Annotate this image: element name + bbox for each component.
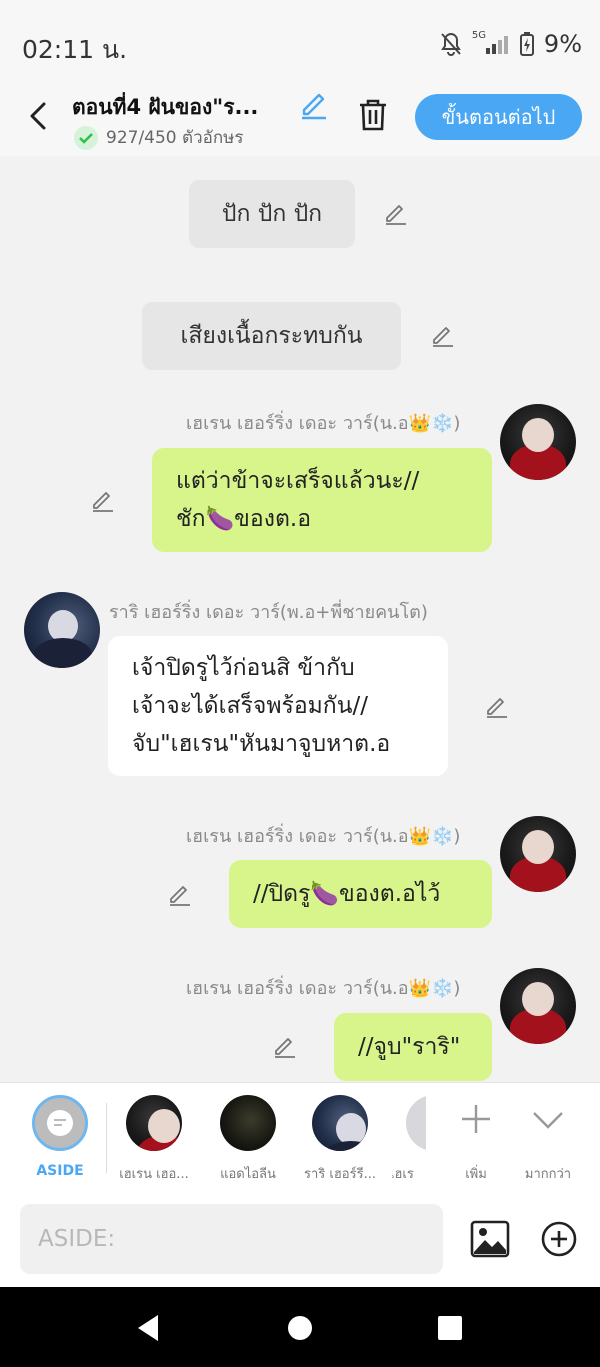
nav-back-icon[interactable]: [134, 1313, 162, 1343]
edit-title-button[interactable]: [298, 90, 330, 126]
character-heren[interactable]: เฮเรน เฮอ...: [112, 1095, 196, 1185]
nav-home-icon[interactable]: [286, 1313, 314, 1343]
back-button[interactable]: [24, 98, 54, 134]
nav-recents-icon[interactable]: [436, 1313, 464, 1343]
message-text: //จูบ"ราริ": [358, 1034, 461, 1060]
character-label: เฮเรน เฮอ...: [119, 1167, 189, 1182]
avatar[interactable]: [24, 592, 100, 668]
signal-icon: 5G: [472, 30, 510, 56]
plus-icon: [462, 1105, 490, 1133]
more-characters-button[interactable]: มากกว่า: [513, 1095, 583, 1185]
message-icon: [47, 1110, 73, 1136]
speaker-name: เฮเรน เฮอร์ริ่ง เดอะ วาร์(น.อ👑❄️): [186, 978, 461, 999]
image-icon: [470, 1220, 510, 1258]
character-rari[interactable]: ราริ เฮอร์รี...: [298, 1095, 382, 1185]
speaker-name: เฮเรน เฮอร์ริ่ง เดอะ วาร์(น.อ👑❄️): [186, 413, 461, 434]
message-bubble[interactable]: เจ้าปิดรูไว้ก่อนสิ ข้ากับ เจ้าจะได้เสร็จ…: [108, 636, 448, 776]
avatar: [406, 1095, 426, 1151]
speaker-name: ราริ เฮอร์ริ่ง เดอะ วาร์(พ.อ+พี่ชายคนโต): [109, 602, 428, 623]
delete-button[interactable]: [357, 98, 389, 136]
avatar[interactable]: [500, 968, 576, 1044]
avatar: [126, 1095, 182, 1151]
trash-icon: [360, 99, 386, 131]
system-navigation-bar: [0, 1287, 600, 1367]
character-selector: ASIDE เฮเรน เฮอ... แอดไอลีน ราริ เฮอร์รี…: [0, 1082, 600, 1190]
character-label: ราริ เฮอร์รี...: [304, 1167, 376, 1182]
character-label: ASIDE: [36, 1163, 84, 1179]
pencil-icon[interactable]: [430, 323, 456, 349]
check-icon: [74, 125, 98, 150]
battery-percent: 9%: [543, 30, 582, 58]
chevron-down-icon: [533, 1112, 563, 1129]
pencil-icon[interactable]: [484, 694, 510, 720]
pencil-icon[interactable]: [90, 488, 116, 514]
character-count-text: 927/450 ตัวอักษร: [106, 128, 244, 148]
message-text: เจ้าปิดรูไว้ก่อนสิ ข้ากับ เจ้าจะได้เสร็จ…: [132, 655, 391, 757]
avatar: [220, 1095, 276, 1151]
bell-off-icon: [441, 32, 461, 56]
episode-title: ตอนที่4 ฝันของ"ร...: [72, 95, 259, 119]
compose-bar: [0, 1190, 600, 1287]
add-button[interactable]: [540, 1220, 578, 1262]
message-text: แต่ว่าข้าจะเสร็จแล้วนะ// ชัก🍆ของต.อ: [176, 468, 420, 532]
character-admin-ailin[interactable]: แอดไอลีน: [206, 1095, 290, 1185]
character-label: แอดไอลีน: [220, 1167, 276, 1182]
chat-area[interactable]: ปัก ปัก ปัก เสียงเนื้อกระทบกัน เฮเรน เฮอ…: [0, 156, 600, 1082]
character-count: 927/450 ตัวอักษร: [74, 124, 243, 151]
character-aside[interactable]: ASIDE: [18, 1095, 102, 1185]
aside-message[interactable]: เสียงเนื้อกระทบกัน: [142, 302, 401, 370]
character-heren-partial[interactable]: เฮเร: [392, 1095, 426, 1185]
next-step-button[interactable]: ขั้นตอนต่อไป: [415, 94, 582, 140]
plus-circle-icon: [541, 1221, 577, 1257]
battery-icon: [519, 32, 534, 56]
aside-message[interactable]: ปัก ปัก ปัก: [189, 180, 355, 248]
avatar: [312, 1095, 368, 1151]
message-bubble[interactable]: //จูบ"ราริ": [334, 1013, 492, 1081]
pencil-icon[interactable]: [272, 1034, 298, 1060]
chevron-left-icon: [30, 102, 46, 130]
message-bubble[interactable]: แต่ว่าข้าจะเสร็จแล้วนะ// ชัก🍆ของต.อ: [152, 448, 492, 552]
speaker-name: เฮเรน เฮอร์ริ่ง เดอะ วาร์(น.อ👑❄️): [186, 826, 461, 847]
message-bubble[interactable]: //ปิดรู🍆ของต.อไว้: [229, 860, 492, 928]
editor-header: ตอนที่4 ฝันของ"ร... 927/450 ตัวอักษร ขั้…: [0, 88, 600, 156]
add-character-button[interactable]: เพิ่ม: [441, 1095, 511, 1185]
message-input[interactable]: [20, 1204, 443, 1274]
avatar[interactable]: [500, 404, 576, 480]
message-text: //ปิดรู🍆ของต.อไว้: [253, 881, 441, 907]
character-label: เฮเร: [392, 1167, 414, 1182]
pencil-icon[interactable]: [383, 201, 409, 227]
image-button[interactable]: [470, 1220, 510, 1262]
status-icons: 5G 9%: [440, 30, 582, 58]
status-bar: 02:11 น. 5G 9%: [0, 0, 600, 88]
pencil-icon: [302, 93, 326, 120]
aside-avatar: [32, 1095, 88, 1151]
clock: 02:11 น.: [22, 35, 128, 64]
avatar[interactable]: [500, 816, 576, 892]
more-label: มากกว่า: [524, 1167, 572, 1182]
pencil-icon[interactable]: [167, 882, 193, 908]
